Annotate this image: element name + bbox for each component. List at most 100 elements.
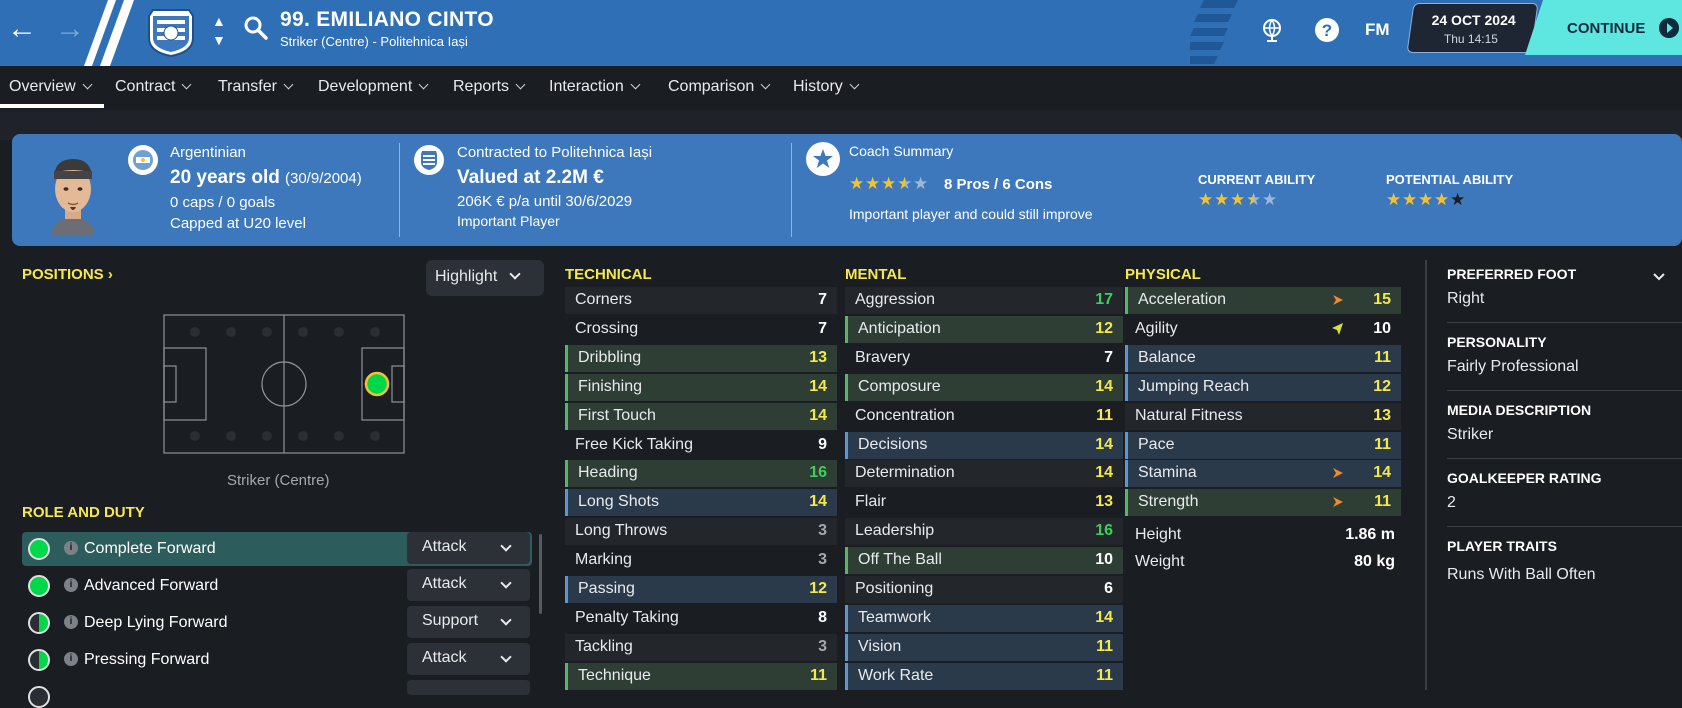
player-avatar[interactable] (46, 153, 100, 235)
duty-dropdown[interactable] (407, 680, 530, 695)
attribute-row[interactable]: Bravery 7 (845, 345, 1123, 372)
club-badge-icon[interactable] (143, 6, 199, 58)
role-name: Complete Forward (84, 540, 216, 557)
attribute-value: 11 (1374, 493, 1391, 511)
attribute-row[interactable]: Long Shots 14 (565, 489, 837, 517)
globe-icon[interactable] (1258, 16, 1286, 44)
role-row[interactable] (22, 680, 532, 708)
attribute-row[interactable]: Long Throws 3 (565, 518, 837, 546)
tab-comparison[interactable]: Comparison (668, 78, 771, 96)
attribute-row[interactable]: Decisions 14 (845, 431, 1123, 459)
attribute-row[interactable]: Technique 11 (565, 662, 837, 690)
attribute-row[interactable]: Stamina 14 (1125, 460, 1401, 488)
attribute-row[interactable]: Vision 11 (845, 633, 1123, 661)
tab-development[interactable]: Development (318, 78, 429, 96)
star-icon: ★ (1418, 190, 1433, 209)
help-icon[interactable]: ? (1313, 16, 1341, 44)
role-row[interactable]: i Complete Forward Attack (22, 532, 532, 566)
attribute-row[interactable]: Positioning 6 (845, 576, 1123, 603)
player-trait[interactable]: Runs With Ball Often (1447, 566, 1596, 584)
attribute-row[interactable]: Agility 10 (1125, 316, 1401, 343)
attribute-row[interactable]: Pace 11 (1125, 431, 1401, 459)
date-box[interactable]: 24 OCT 2024 Thu 14:15 (1406, 3, 1539, 53)
forward-arrow-icon[interactable]: → (55, 14, 85, 44)
attribute-name: Tackling (575, 637, 633, 655)
continue-button[interactable]: CONTINUE (1525, 0, 1682, 55)
attribute-row[interactable]: Passing 12 (565, 576, 837, 603)
attribute-row[interactable]: Determination 14 (845, 460, 1123, 488)
attribute-row[interactable]: Teamwork 14 (845, 604, 1123, 632)
highlight-dropdown[interactable]: Highlight (426, 260, 544, 296)
fm-logo[interactable]: FM (1365, 20, 1390, 40)
player-value: Valued at 2.2M € (457, 167, 604, 188)
attribute-row[interactable]: Anticipation 12 (845, 315, 1123, 343)
attribute-name: Jumping Reach (1138, 377, 1250, 395)
role-row[interactable]: i Pressing Forward Attack (22, 643, 532, 677)
star-icon: ★ (1230, 190, 1245, 209)
coach-star-icon[interactable] (806, 142, 840, 176)
duty-dropdown[interactable]: Support (407, 606, 530, 638)
info-icon[interactable]: i (64, 578, 78, 592)
attribute-row[interactable]: Dribbling 13 (565, 344, 837, 372)
tab-reports[interactable]: Reports (453, 78, 526, 96)
attribute-name: Work Rate (858, 666, 934, 684)
attribute-row[interactable]: Leadership 16 (845, 518, 1123, 546)
info-icon[interactable]: i (64, 615, 78, 629)
attribute-row[interactable]: Balance 11 (1125, 344, 1401, 372)
nationality[interactable]: Argentinian (170, 144, 246, 161)
role-row[interactable]: i Deep Lying Forward Support (22, 606, 532, 640)
attribute-value: 7 (818, 319, 827, 337)
tab-contract[interactable]: Contract (115, 78, 192, 96)
attribute-row[interactable]: Aggression 17 (845, 287, 1123, 314)
attribute-name: Free Kick Taking (575, 435, 693, 453)
roles-scrollbar[interactable] (539, 534, 542, 614)
info-icon[interactable]: i (64, 541, 78, 555)
attribute-row[interactable]: Corners 7 (565, 287, 837, 314)
tab-overview[interactable]: Overview (9, 78, 93, 96)
contract-club[interactable]: Contracted to Politehnica Iași (457, 144, 652, 161)
attribute-row[interactable]: Finishing 14 (565, 373, 837, 401)
attribute-row[interactable]: Work Rate 11 (845, 662, 1123, 690)
physical-heading: PHYSICAL (1125, 266, 1201, 283)
attribute-value: 14 (809, 377, 827, 395)
role-row[interactable]: i Advanced Forward Attack (22, 569, 532, 603)
attribute-row[interactable]: Concentration 11 (845, 403, 1123, 430)
chevron-down-icon[interactable] (1652, 272, 1666, 282)
duty-dropdown[interactable]: Attack (407, 643, 530, 675)
attribute-row[interactable]: First Touch 14 (565, 402, 837, 430)
tab-transfer[interactable]: Transfer (218, 78, 294, 96)
player-switch-arrows[interactable]: ▲ ▼ (212, 12, 226, 50)
search-icon[interactable] (243, 15, 269, 41)
attribute-row[interactable]: Flair 13 (845, 489, 1123, 516)
tab-interaction[interactable]: Interaction (549, 78, 641, 96)
positions-heading[interactable]: POSITIONS › (22, 266, 113, 283)
duty-dropdown[interactable]: Attack (407, 569, 530, 601)
attribute-row[interactable]: Composure 14 (845, 373, 1123, 401)
media-description-label: MEDIA DESCRIPTION (1447, 402, 1592, 418)
info-icon[interactable]: i (64, 652, 78, 666)
star-icon: ★ (913, 174, 928, 193)
preferred-foot-label: PREFERRED FOOT (1447, 266, 1577, 282)
attribute-name: Heading (578, 464, 638, 482)
tab-history[interactable]: History (793, 78, 860, 96)
attribute-row[interactable]: Strength 11 (1125, 489, 1401, 517)
attribute-row[interactable]: Marking 3 (565, 547, 837, 574)
attribute-row[interactable]: Free Kick Taking 9 (565, 432, 837, 459)
attribute-row[interactable]: Jumping Reach 12 (1125, 373, 1401, 401)
attribute-value: 11 (1374, 435, 1391, 453)
right-panel-divider (1425, 260, 1427, 690)
mental-heading: MENTAL (845, 266, 907, 283)
attribute-row[interactable]: Natural Fitness 13 (1125, 402, 1401, 430)
duty-dropdown[interactable]: Attack (407, 532, 530, 564)
club-badge-small-icon[interactable] (414, 145, 444, 175)
attribute-row[interactable]: Tackling 3 (565, 633, 837, 661)
tab-bar: Overview Contract Transfer Development R… (0, 66, 1682, 110)
attribute-row[interactable]: Penalty Taking 8 (565, 605, 837, 632)
attribute-row[interactable]: Acceleration 15 (1125, 287, 1401, 314)
attribute-row[interactable]: Off The Ball 10 (845, 547, 1123, 575)
nation-flag-icon[interactable] (128, 145, 158, 175)
back-arrow-icon[interactable]: ← (7, 14, 37, 44)
attribute-row[interactable]: Crossing 7 (565, 316, 837, 343)
attribute-row[interactable]: Heading 16 (565, 460, 837, 488)
pros-cons[interactable]: 8 Pros / 6 Cons (944, 176, 1052, 193)
